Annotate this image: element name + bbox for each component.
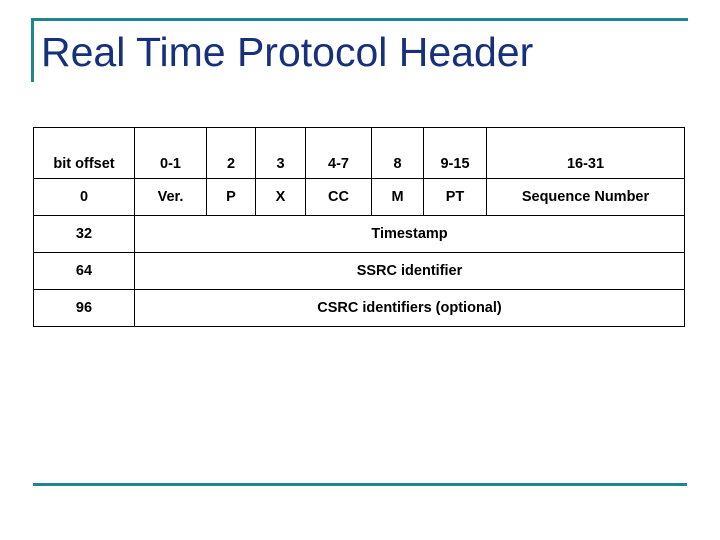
field-version: Ver. <box>134 178 207 216</box>
field-padding: P <box>206 178 256 216</box>
field-timestamp: Timestamp <box>134 215 685 253</box>
header-cell-bits-0-1: 0-1 <box>134 127 207 179</box>
field-sequence-number: Sequence Number <box>486 178 685 216</box>
table-row-offset-64: 64 SSRC identifier <box>33 252 685 290</box>
row-offset-label-0: 0 <box>33 178 135 216</box>
table-row-offset-0: 0 Ver. P X CC M PT Sequence Number <box>33 178 685 216</box>
table-header-row: bit offset 0-1 2 3 4-7 8 9-15 16-31 <box>33 127 685 179</box>
header-cell-bit-offset: bit offset <box>33 127 135 179</box>
field-marker: M <box>371 178 424 216</box>
table-row-offset-96: 96 CSRC identifiers (optional) <box>33 289 685 327</box>
title-left-rule <box>31 18 34 82</box>
field-csrc-identifiers: CSRC identifiers (optional) <box>134 289 685 327</box>
rtp-header-table: bit offset 0-1 2 3 4-7 8 9-15 16-31 0 Ve… <box>33 127 685 327</box>
field-extension: X <box>255 178 306 216</box>
row-offset-label-32: 32 <box>33 215 135 253</box>
row-offset-label-96: 96 <box>33 289 135 327</box>
header-cell-bits-2: 2 <box>206 127 256 179</box>
header-cell-bits-16-31: 16-31 <box>486 127 685 179</box>
page-title: Real Time Protocol Header <box>41 29 534 75</box>
field-payload-type: PT <box>423 178 487 216</box>
field-csrc-count: CC <box>305 178 372 216</box>
title-top-rule <box>31 18 688 21</box>
row-offset-label-64: 64 <box>33 252 135 290</box>
header-cell-bits-4-7: 4-7 <box>305 127 372 179</box>
slide-canvas: Real Time Protocol Header bit offset 0-1… <box>0 0 720 540</box>
footer-rule <box>33 483 687 486</box>
field-ssrc-identifier: SSRC identifier <box>134 252 685 290</box>
header-cell-bits-9-15: 9-15 <box>423 127 487 179</box>
header-cell-bits-8: 8 <box>371 127 424 179</box>
table-row-offset-32: 32 Timestamp <box>33 215 685 253</box>
header-cell-bits-3: 3 <box>255 127 306 179</box>
